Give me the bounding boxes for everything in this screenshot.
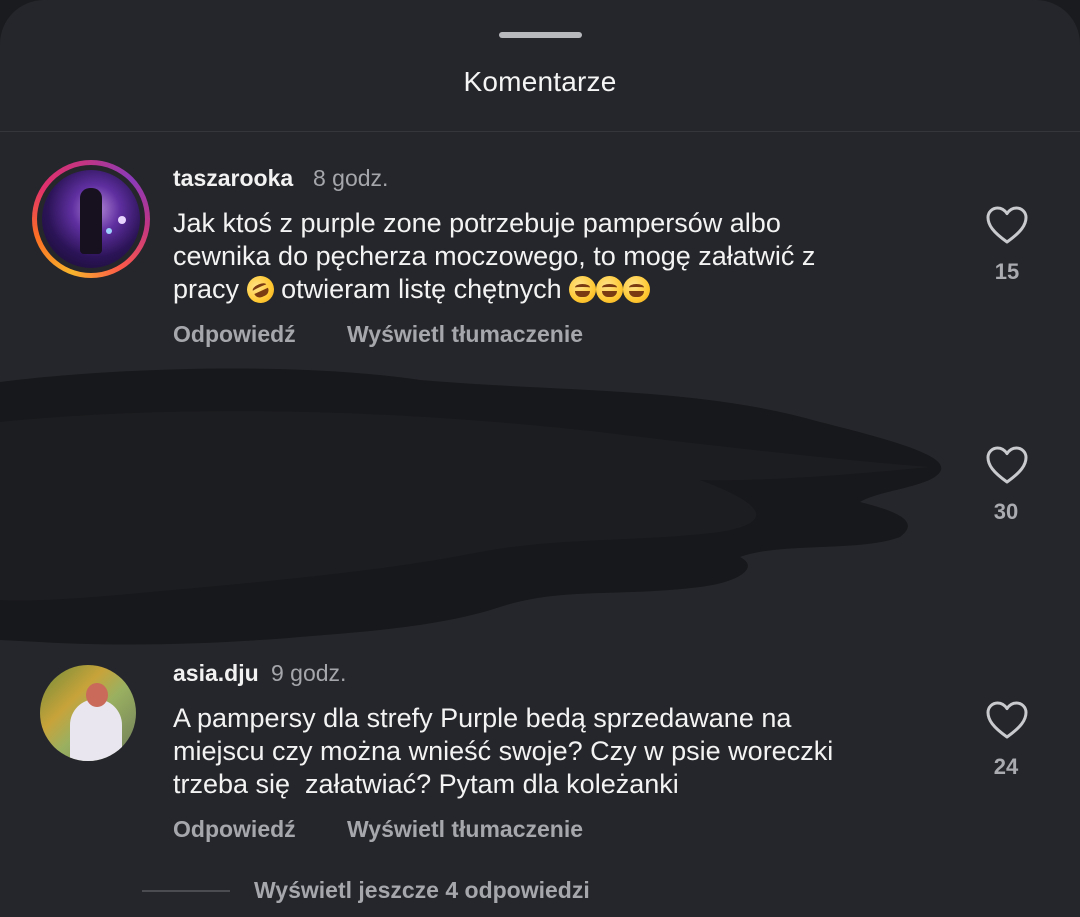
grinning-squinting-face-emoji — [623, 276, 651, 303]
like-count: 15 — [994, 259, 1020, 284]
like-button[interactable] — [985, 700, 1029, 740]
view-more-replies-button[interactable]: Wyświetl jeszcze 4 odpowiedzi — [254, 877, 590, 904]
heart-outline-icon — [986, 206, 1028, 244]
translate-button[interactable]: Wyświetl tłumaczenie — [347, 321, 583, 348]
comment-text-line: cewnika do pęcherza moczowego, to mogę z… — [173, 241, 816, 271]
comment-time: 8 godz. — [313, 165, 389, 191]
reply-button[interactable]: Odpowiedź — [173, 816, 296, 843]
grinning-squinting-face-emoji — [596, 276, 624, 303]
comment-text-line: A pampersy dla strefy Purple bedą sprzed… — [173, 703, 792, 733]
avatar[interactable] — [32, 160, 150, 278]
like-button[interactable] — [985, 445, 1029, 485]
heart-outline-icon — [986, 446, 1028, 484]
comment-username[interactable]: asia.dju — [173, 660, 259, 687]
reply-button[interactable]: Odpowiedź — [173, 321, 296, 348]
heart-outline-icon — [986, 701, 1028, 739]
header-divider — [0, 131, 1080, 132]
screen: Komentarze taszarooka 8 godz. Jak ktoś z… — [0, 0, 1080, 917]
rolling-on-floor-laughing-emoji — [242, 271, 278, 308]
comment-text-line: miejscu czy można wnieść swoje? Czy w ps… — [173, 736, 834, 766]
comment-text-fragment: otwieram listę chętnych — [281, 274, 562, 304]
like-count: 30 — [993, 499, 1019, 524]
avatar[interactable] — [40, 665, 136, 761]
comment-text-line: pracy otwieram listę chętnych — [173, 271, 943, 308]
like-count: 24 — [993, 754, 1019, 779]
comment-username[interactable]: taszarooka — [173, 165, 293, 192]
sheet-title: Komentarze — [463, 66, 617, 97]
drag-handle[interactable] — [499, 32, 582, 38]
comment-text-line: trzeba się załatwiać? Pytam dla koleżank… — [173, 769, 679, 799]
comments-sheet: Komentarze taszarooka 8 godz. Jak ktoś z… — [0, 0, 1080, 917]
translate-button[interactable]: Wyświetl tłumaczenie — [347, 816, 583, 843]
comment-time: 9 godz. — [271, 660, 347, 686]
avatar-photo — [42, 170, 140, 268]
comment-text-line: Jak ktoś z purple zone potrzebuje pamper… — [173, 208, 781, 238]
comment-text: A pampersy dla strefy Purple bedą sprzed… — [173, 702, 943, 801]
like-button[interactable] — [985, 205, 1029, 245]
redaction-scribble — [0, 368, 942, 645]
comment-text: Jak ktoś z purple zone potrzebuje pamper… — [173, 207, 943, 308]
comment-text-fragment: pracy — [173, 274, 240, 304]
replies-divider — [142, 890, 230, 892]
grinning-squinting-face-emoji — [569, 276, 597, 303]
